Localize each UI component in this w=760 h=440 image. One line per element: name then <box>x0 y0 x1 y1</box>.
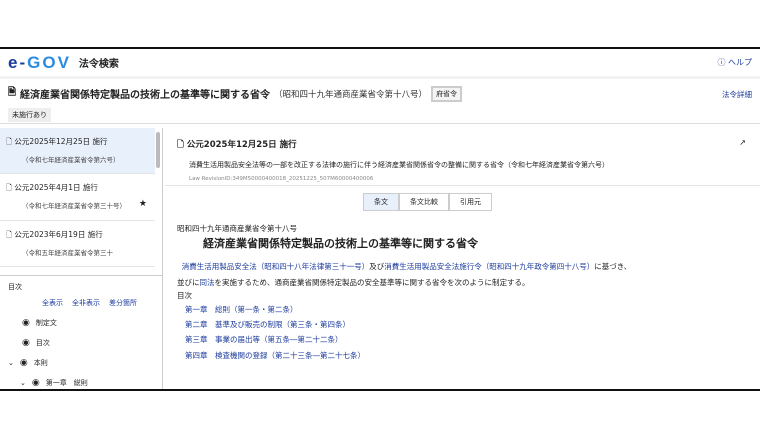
app-title: 法令検索 <box>78 59 119 70</box>
help-icon: ⓘ <box>717 58 728 67</box>
toc-item[interactable]: ◉ 制定文 <box>22 318 154 328</box>
help-link[interactable]: ⓘ ヘルプ <box>717 57 752 68</box>
law-detail-link[interactable]: 法令詳細 <box>722 89 752 100</box>
enactment-text: 消費生活用製品安全法（昭和四十八年法律第三十一号）及び消費生活用製品安全法施行令… <box>177 259 748 291</box>
eye-icon[interactable]: ◉ <box>20 358 28 368</box>
eye-icon[interactable]: ◉ <box>32 378 40 388</box>
eye-icon[interactable]: ◉ <box>22 338 30 348</box>
sidebar: 🗋 公元2025年12月25日 施行 （令和七年経済産業省令第六号） 🗋 公元20… <box>0 128 163 389</box>
toc-label: 目次 <box>8 283 22 291</box>
toc-item-label: 目次 <box>35 339 50 347</box>
version-date: 公元2023年6月19日 施行 <box>14 229 103 239</box>
chapter-link[interactable]: 第三章 事業の届出等（第五条―第二十二条） <box>185 332 748 347</box>
revision-desc: 消費生活用製品安全法等の一部を改正する法律の施行に伴う経済産業省関係省令の整備に… <box>189 161 609 169</box>
tab-citations[interactable]: 引用元 <box>449 193 492 211</box>
show-all-link[interactable]: 全表示 <box>42 298 63 308</box>
diff-link[interactable]: 差分箇所 <box>109 298 137 308</box>
toc-heading: 目次 <box>177 291 192 301</box>
toc-item-label: 本則 <box>33 359 48 367</box>
toc-item-label: 制定文 <box>35 319 57 327</box>
chapter-link[interactable]: 第一章 総則（第一条・第二条） <box>185 302 748 317</box>
law-number: （昭和四十九年通商産業省令第十八号） <box>274 89 428 100</box>
chapter-link[interactable]: 第四章 検査機関の登録（第二十三条―第二十七条） <box>185 348 748 363</box>
text: を実施するため、通商産業省関係特定製品の安全基準等に関する省令を次のように制定す… <box>214 277 530 287</box>
version-date: 公元2025年4月1日 施行 <box>14 183 98 193</box>
law-title-bar: 🗎 経済産業省関係特定製品の技術上の基準等に関する省令 （昭和四十九年通商産業省令第… <box>0 79 760 124</box>
eye-icon[interactable]: ◉ <box>22 318 30 328</box>
scrollbar[interactable] <box>156 132 160 168</box>
order-link[interactable]: 消費生活用製品安全法施行令（昭和四十九年政令第四十八号） <box>384 262 594 271</box>
toc-item-label: 第一章 総則 <box>45 379 88 387</box>
law-title: 経済産業省関係特定製品の技術上の基準等に関する省令 <box>20 90 271 101</box>
view-tabs: 条文 条文比較 引用元 <box>95 193 760 211</box>
document-icon: 🗎 <box>8 87 17 98</box>
main-content: 🗋 公元2025年12月25日 施行 消費生活用製品安全法等の一部を改正する法律… <box>165 128 760 389</box>
revision-info: 🗋 公元2025年12月25日 施行 消費生活用製品安全法等の一部を改正する法律… <box>165 128 760 186</box>
unenforced-badge: 未施行あり <box>8 108 51 122</box>
revision-id: Law RevisionID:349M50000400018_20251225_… <box>189 176 374 182</box>
text: 及び <box>369 261 385 271</box>
help-label: ヘルプ <box>728 58 752 67</box>
tab-articles[interactable]: 条文 <box>363 193 399 211</box>
chevron-down-icon[interactable]: ⌄ <box>20 379 26 387</box>
law-number-text: 昭和四十九年通商産業省令第十八号 <box>177 224 297 233</box>
document-icon: 🗋 <box>177 140 187 150</box>
chevron-down-icon[interactable]: ⌄ <box>8 359 14 367</box>
toc-item[interactable]: ⌄ ◉ 本則 <box>8 358 154 368</box>
chapter-link[interactable]: 第二章 基準及び販売の制限（第三条・第四条） <box>185 317 748 332</box>
version-date: 公元2025年12月25日 施行 <box>14 137 108 146</box>
hide-all-link[interactable]: 全非表示 <box>72 298 100 308</box>
revision-date: 公元2025年12月25日 施行 <box>186 140 297 150</box>
header: e-GOV 法令検索 ⓘ ヘルプ <box>0 49 760 79</box>
same-law-link[interactable]: 同法 <box>200 278 215 287</box>
tab-compare[interactable]: 条文比較 <box>399 193 449 211</box>
toc-item[interactable]: ⌄ ◉ 第一章 総則 <box>20 378 154 388</box>
egov-logo[interactable]: e-GOV <box>8 53 71 73</box>
external-link-icon[interactable]: ↗ <box>739 138 746 147</box>
text: に基づき、 <box>594 261 632 271</box>
law-heading: 経済産業省関係特定製品の技術上の基準等に関する省令 <box>203 237 478 251</box>
logo-text: e- <box>8 52 28 72</box>
toc-panel: 目次 全表示 全非表示 差分箇所 ◉ 制定文 ◉ 目次 ⌄ ◉ 本則 ⌄ ◉ 第一章 総則 <box>0 276 162 389</box>
version-sub: （令和七年経済産業省令第六号） <box>22 156 120 164</box>
law-body: 昭和四十九年通商産業省令第十八号 経済産業省関係特定製品の技術上の基準等に関する… <box>165 211 760 375</box>
logo-text-accent: GOV <box>27 52 71 72</box>
version-sub: （令和五年経済産業省令第三十 <box>22 248 113 257</box>
text: 並びに <box>177 277 200 287</box>
law-link[interactable]: 消費生活用製品安全法（昭和四十八年法律第三十一号） <box>182 262 370 271</box>
version-item[interactable]: 🗋 公元2025年12月25日 施行 （令和七年経済産業省令第六号） <box>0 128 155 175</box>
toc-item[interactable]: ◉ 目次 <box>22 338 154 348</box>
law-type-tag: 府省令 <box>431 85 463 102</box>
version-item[interactable]: 🗋 公元2023年6月19日 施行 （令和五年経済産業省令第三十 <box>0 221 155 268</box>
